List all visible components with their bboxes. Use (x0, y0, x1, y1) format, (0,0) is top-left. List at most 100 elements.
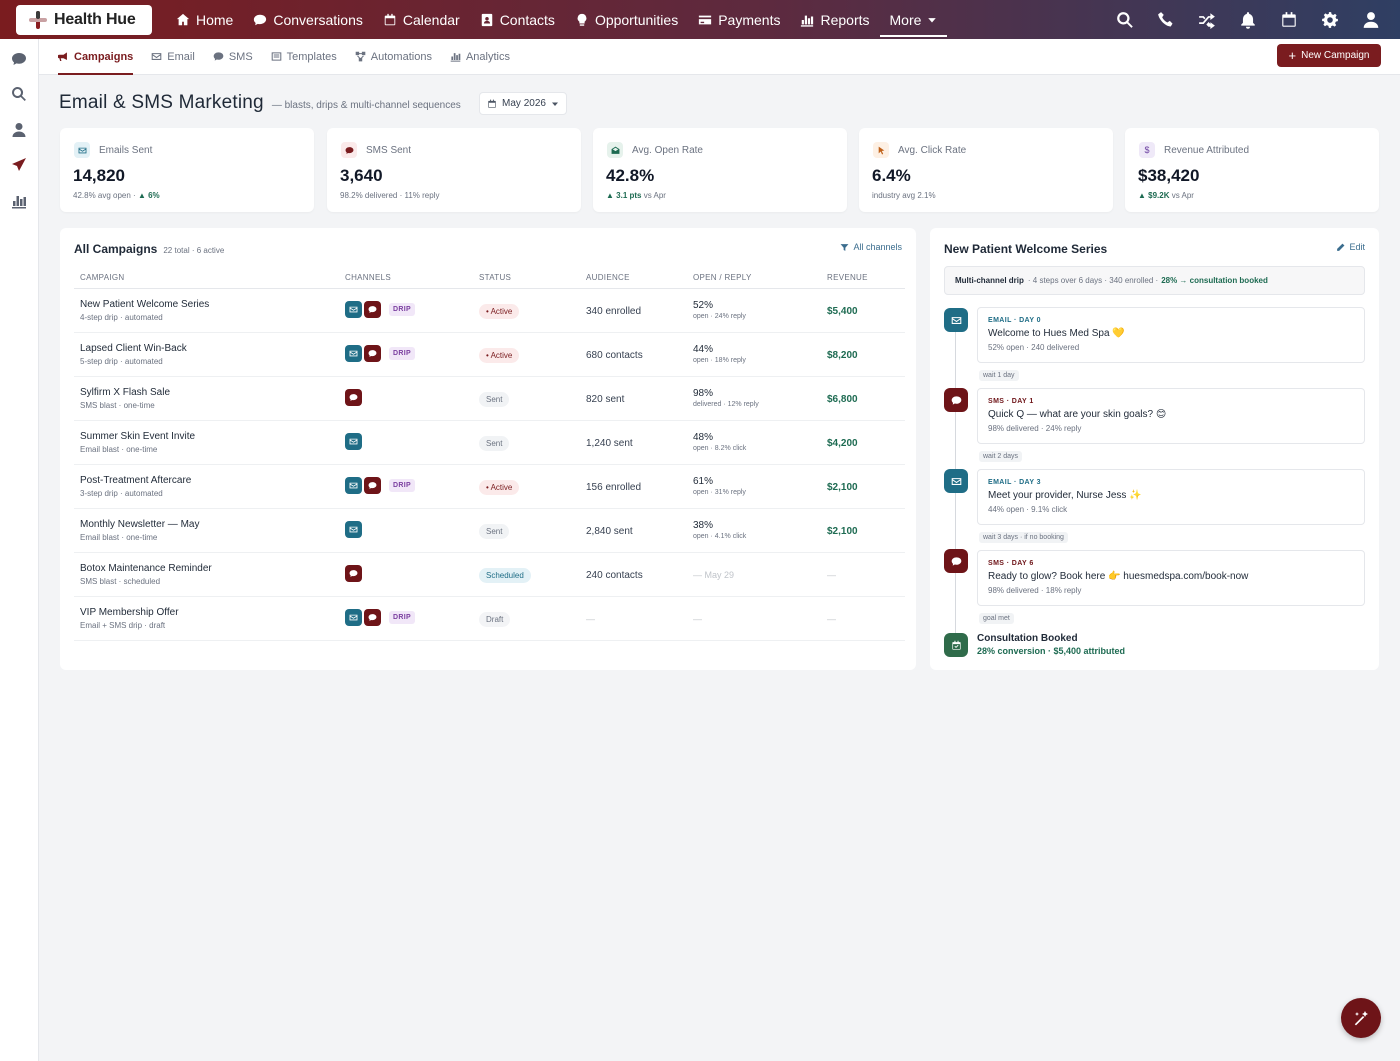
channels-cell (339, 376, 473, 421)
nav-more[interactable]: More (879, 2, 948, 37)
campaign-meta: 5-step drip · automated (80, 356, 163, 366)
campaign-name[interactable]: Summer Skin Event Invite (80, 431, 339, 442)
sequence-step[interactable]: SMS · DAY 1 Quick Q — what are your skin… (977, 388, 1365, 444)
nav-contacts-label: Contacts (499, 11, 555, 28)
table-row[interactable]: Botox Maintenance Reminder SMS blast · sc… (74, 552, 905, 597)
edit-sequence-button[interactable]: Edit (1336, 242, 1365, 252)
nav-payments[interactable]: Payments (688, 0, 790, 39)
campaign-name[interactable]: Monthly Newsletter — May (80, 519, 339, 530)
campaigns-count: 22 total · 6 active (163, 246, 225, 255)
app-logo[interactable]: Health Hue (16, 4, 152, 35)
tab-templates[interactable]: Templates (271, 39, 337, 75)
search-icon[interactable] (1116, 11, 1134, 29)
magic-wand-button[interactable] (1341, 998, 1381, 1038)
status-cell: • Active (473, 332, 580, 377)
caret-down-icon (551, 102, 558, 106)
campaign-name[interactable]: New Patient Welcome Series (80, 299, 339, 310)
nav-contacts[interactable]: Contacts (470, 0, 565, 39)
bell-icon[interactable] (1239, 11, 1257, 29)
table-row[interactable]: Lapsed Client Win-Back 5-step drip · auto… (74, 332, 905, 377)
month-selector[interactable]: May 2026 (479, 92, 567, 115)
email-channel-icon (345, 433, 362, 451)
sms-channel-icon (345, 565, 362, 583)
step-title: Quick Q — what are your skin goals? 😊 (988, 409, 1167, 420)
column-header: CAMPAIGN (74, 268, 339, 289)
stat-card-open-rate: Avg. Open Rate 42.8% ▲ 3.1 pts vs Apr (593, 128, 847, 212)
user-icon[interactable] (11, 122, 27, 138)
shuffle-icon[interactable] (1198, 11, 1216, 29)
sequence-step[interactable]: SMS · DAY 6 Ready to glow? Book here 👉 h… (977, 550, 1365, 606)
nav-more-label: More (889, 11, 922, 28)
wait-badge: wait 2 days (979, 451, 1023, 462)
gear-icon[interactable] (1321, 11, 1339, 29)
stat-card-revenue: $ Revenue Attributed $38,420 ▲ $9.2K vs A… (1125, 128, 1379, 212)
stat-card-emails-sent: Emails Sent 14,820 42.8% avg open · ▲ 6% (60, 128, 314, 212)
channel-filter[interactable]: All channels (840, 242, 902, 252)
revenue-value: $4,200 (827, 438, 858, 449)
page-title: Email & SMS Marketing (59, 92, 264, 113)
column-header: CHANNELS (339, 268, 473, 289)
campaign-name[interactable]: VIP Membership Offer (80, 607, 339, 618)
campaigns-card-title: All Campaigns 22 total · 6 active (74, 242, 225, 256)
column-header: STATUS (473, 268, 580, 289)
campaign-name[interactable]: Post-Treatment Aftercare (80, 475, 339, 486)
revenue-cell: $4,200 (821, 420, 905, 465)
month-label: May 2026 (502, 98, 546, 109)
template-icon (271, 52, 281, 61)
step-meta: 98% delivered · 24% reply (988, 424, 1082, 433)
stat-label: Revenue Attributed (1164, 144, 1250, 156)
chat-icon[interactable] (11, 51, 27, 67)
status-cell: Sent (473, 420, 580, 465)
calendar-icon (384, 13, 396, 25)
table-row[interactable]: Post-Treatment Aftercare 3-step drip · au… (74, 464, 905, 509)
send-icon[interactable] (11, 157, 27, 173)
nav-home[interactable]: Home (166, 0, 243, 39)
search-icon[interactable] (11, 86, 27, 102)
drip-badge: DRIP (389, 611, 415, 625)
email-channel-icon (345, 609, 362, 627)
campaign-cell: VIP Membership Offer Email + SMS drip · d… (74, 596, 339, 641)
nav-opportunities[interactable]: Opportunities (565, 0, 688, 39)
phone-icon[interactable] (1157, 11, 1175, 29)
revenue-cell: $5,400 (821, 288, 905, 333)
new-campaign-button[interactable]: + New Campaign (1277, 44, 1381, 67)
status-badge: Sent (479, 392, 510, 407)
channel-filter-label: All channels (853, 242, 902, 252)
channels-cell (339, 508, 473, 553)
email-channel-icon (345, 521, 362, 539)
step-type: EMAIL · DAY 3 (988, 479, 1041, 486)
tab-email-label: Email (167, 50, 195, 63)
open-reply-cell: 61% open · 31% reply (687, 464, 821, 509)
calendar-icon[interactable] (1280, 11, 1298, 29)
tab-analytics[interactable]: Analytics (450, 39, 510, 75)
drip-badge: DRIP (389, 303, 415, 317)
chat-icon (944, 549, 968, 573)
sequence-step[interactable]: EMAIL · DAY 3 Meet your provider, Nurse … (977, 469, 1365, 525)
audience-value: — (586, 614, 595, 624)
nav-conversations-label: Conversations (273, 11, 363, 28)
tab-sms[interactable]: SMS (213, 39, 253, 75)
campaign-meta: SMS blast · one-time (80, 400, 155, 410)
campaign-name[interactable]: Lapsed Client Win-Back (80, 343, 339, 354)
sequence-step[interactable]: EMAIL · DAY 0 Welcome to Hues Med Spa 💛 … (977, 307, 1365, 363)
channels-cell: DRIP (339, 596, 473, 641)
table-row[interactable]: Sylfirm X Flash Sale SMS blast · one-time… (74, 376, 905, 421)
table-row[interactable]: VIP Membership Offer Email + SMS drip · d… (74, 596, 905, 641)
nav-calendar[interactable]: Calendar (373, 0, 470, 39)
user-icon[interactable] (1362, 11, 1380, 29)
bar-chart-icon[interactable] (11, 193, 27, 209)
campaign-cell: Lapsed Client Win-Back 5-step drip · auto… (74, 332, 339, 377)
sms-channel-icon (364, 301, 381, 319)
campaign-name[interactable]: Botox Maintenance Reminder (80, 563, 339, 574)
nav-reports[interactable]: Reports (790, 0, 879, 39)
tab-email[interactable]: Email (151, 39, 195, 75)
bar-chart-icon (801, 15, 814, 27)
nav-conversations[interactable]: Conversations (243, 0, 373, 39)
tab-automations[interactable]: Automations (355, 39, 432, 75)
open-rate-value: 44% (693, 344, 714, 355)
table-row[interactable]: Monthly Newsletter — May Email blast · on… (74, 508, 905, 553)
table-row[interactable]: New Patient Welcome Series 4-step drip · … (74, 288, 905, 333)
campaign-name[interactable]: Sylfirm X Flash Sale (80, 387, 339, 398)
table-row[interactable]: Summer Skin Event Invite Email blast · on… (74, 420, 905, 465)
tab-campaigns[interactable]: Campaigns (58, 39, 134, 75)
